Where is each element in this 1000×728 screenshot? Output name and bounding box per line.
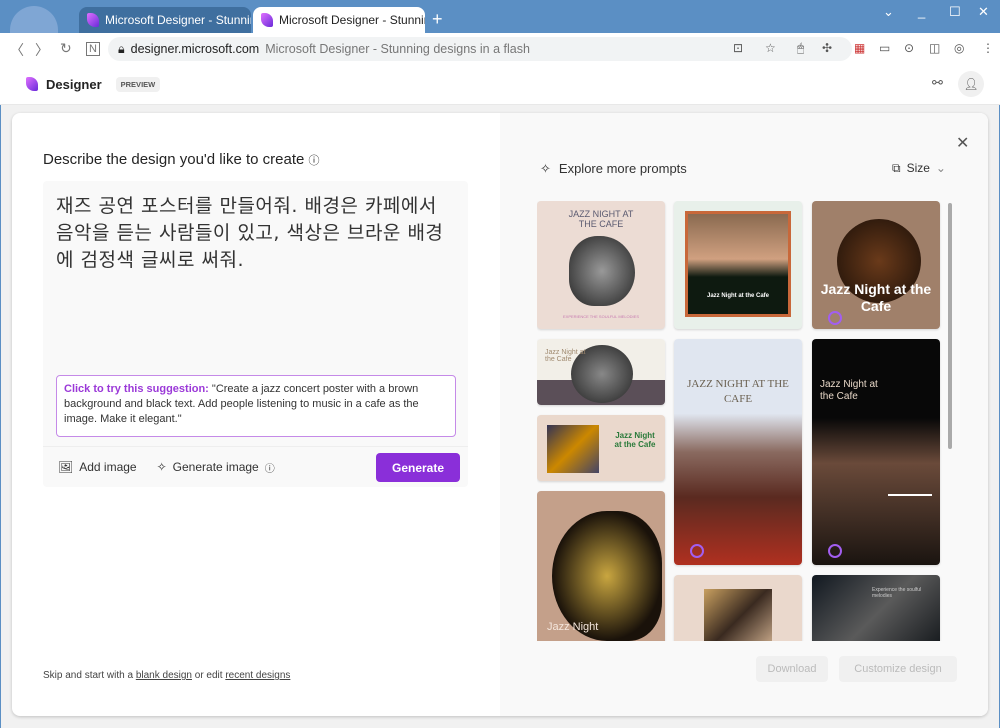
reload-icon[interactable]: ↻ (60, 40, 72, 57)
tab-bar: Microsoft Designer - Stunning d Microsof… (0, 0, 1000, 46)
create-dialog: Describe the design you'd like to create… (12, 113, 988, 716)
mouse-icon[interactable]: 🖱︎ (797, 41, 804, 56)
account-avatar[interactable]: 👤︎ (958, 71, 984, 97)
explore-prompts[interactable]: ✧ Explore more prompts (540, 161, 687, 177)
thumb-title: Jazz Night at the Cafe (545, 349, 586, 363)
template-thumb[interactable]: Jazz Night at the Cafe (537, 339, 665, 405)
back-icon[interactable]: 〈 (10, 40, 24, 60)
extensions-icon[interactable]: ✣ (822, 41, 832, 55)
share-icon[interactable]: ⚯ (932, 75, 943, 91)
template-thumb[interactable]: Experience the soulful melodies (812, 575, 940, 641)
download-button[interactable]: Download (756, 656, 828, 682)
url-host: designer.microsoft.com (130, 42, 260, 56)
loading-spinner-icon (828, 311, 842, 325)
thumb-title: Jazz Night (547, 621, 599, 633)
template-thumb[interactable] (674, 575, 802, 641)
page-title: Describe the design you'd like to create… (43, 151, 320, 168)
template-thumb[interactable]: JAZZ NIGHT AT THE CAFE (674, 339, 802, 565)
prompts-panel: ✕ ✧ Explore more prompts ⧉ Size ⌄ JAZZ NIGH… (500, 113, 988, 716)
template-thumb[interactable]: Jazz Night at the Cafe (674, 201, 802, 329)
sparkle-icon: ✧ (540, 161, 551, 176)
thumb-photo (685, 211, 791, 317)
thumb-title: JAZZ NIGHT AT THE CAFE (687, 378, 789, 405)
app-header: Designer PREVIEW (0, 64, 1000, 105)
generate-button[interactable]: Generate (376, 453, 460, 482)
screenshot-icon[interactable]: ⊙ (904, 41, 914, 55)
close-icon[interactable]: ✕ (956, 133, 969, 153)
forward-icon[interactable]: 〉 (35, 40, 49, 60)
minimize-icon[interactable]: _ (918, 4, 925, 19)
designer-logo-icon (87, 13, 99, 27)
person-icon: 👤︎ (963, 77, 979, 91)
thumb-photo (569, 236, 635, 306)
resize-icon: ⧉ (892, 161, 901, 175)
tab-search-icon[interactable]: ⌄ (883, 4, 894, 20)
install-app-icon[interactable]: ⊡ (733, 41, 743, 55)
template-thumb[interactable]: Jazz Night at the Cafe (537, 415, 665, 481)
lock-icon: 🔒︎ (118, 41, 125, 56)
sparkle-icon: ✧ (156, 460, 167, 474)
template-thumb[interactable]: Jazz Night (537, 491, 665, 641)
address-bar-row: 〈 〉 ↻ N 🔒︎ designer.microsoft.com Micros… (0, 33, 1000, 64)
info-icon[interactable]: ⓘ (265, 460, 275, 475)
more-icon[interactable]: ⋮ (982, 41, 994, 55)
thumb-title: Jazz Night at the Cafe (706, 293, 769, 299)
divider-line (888, 494, 932, 496)
thumb-title: JAZZ NIGHT AT THE CAFE (568, 209, 634, 229)
maximize-icon[interactable]: ☐ (949, 4, 961, 20)
profile-icon[interactable]: ◎ (954, 41, 964, 55)
tab-inactive[interactable]: Microsoft Designer - Stunning d (79, 7, 251, 33)
loading-spinner-icon (828, 544, 842, 558)
url-page-title: Microsoft Designer - Stunning designs in… (265, 42, 530, 56)
info-icon[interactable]: ⓘ (309, 155, 320, 167)
thumb-title: Jazz Night at the Cafe (820, 281, 932, 314)
template-thumb[interactable]: JAZZ NIGHT AT THE CAFE EXPERIENCE THE SO… (537, 201, 665, 329)
thumb-photo (704, 589, 772, 641)
thumb-title: Jazz Night at the Cafe (820, 379, 878, 402)
collections-icon[interactable]: ▭ (879, 41, 890, 55)
suggestion-label: Click to try this suggestion: (64, 383, 209, 395)
thumb-photo (547, 425, 599, 473)
designer-logo-icon (261, 13, 273, 27)
loading-spinner-icon (690, 544, 704, 558)
extension-n-icon[interactable]: N (86, 42, 100, 56)
customize-design-button[interactable]: Customize design (839, 656, 957, 682)
footer-text: Skip and start with a blank design or ed… (43, 670, 291, 681)
chevron-down-icon: ⌄ (935, 161, 946, 175)
preview-badge: PREVIEW (115, 76, 161, 92)
designer-logo-icon (26, 77, 38, 91)
tab-label: Microsoft Designer - Stunning d (105, 13, 251, 27)
template-grid: JAZZ NIGHT AT THE CAFE EXPERIENCE THE SO… (537, 201, 957, 641)
thumb-subtitle: EXPERIENCE THE SOULFUL MELODIES (562, 314, 640, 319)
template-thumb[interactable]: Jazz Night at the Cafe (812, 201, 940, 329)
thumb-title: Experience the soulful melodies (872, 587, 922, 599)
favorites-icon[interactable]: ☆ (765, 41, 776, 55)
close-window-icon[interactable]: ✕ (978, 4, 989, 20)
blank-design-link[interactable]: blank design (136, 670, 192, 681)
suggestion-box[interactable]: Click to try this suggestion: "Create a … (56, 375, 456, 437)
prompt-input-box: 재즈 공연 포스터를 만들어줘. 배경은 카페에서 음악을 듣는 사람들이 있고… (43, 181, 468, 487)
size-dropdown[interactable]: ⧉ Size ⌄ (892, 161, 946, 176)
scrollbar-thumb[interactable] (948, 203, 952, 449)
app-brand[interactable]: Designer (46, 77, 102, 92)
add-image-button[interactable]: Add image (79, 460, 136, 474)
add-image-icon: 🖼︎ (58, 460, 74, 474)
split-view-icon[interactable]: ◫ (929, 41, 940, 55)
tab-active[interactable]: Microsoft Designer - Stunning d (253, 7, 425, 33)
recent-designs-link[interactable]: recent designs (225, 670, 290, 681)
new-tab-icon[interactable]: + (432, 9, 443, 30)
prompt-input[interactable]: 재즈 공연 포스터를 만들어줘. 배경은 카페에서 음악을 듣는 사람들이 있고… (56, 193, 456, 274)
template-thumb[interactable]: Jazz Night at the Cafe (812, 339, 940, 565)
thumb-title: Jazz Night at the Cafe (614, 431, 656, 449)
flag-icon[interactable]: ▦ (854, 41, 865, 55)
generate-image-button[interactable]: Generate image (173, 460, 259, 474)
tab-label: Microsoft Designer - Stunning d (279, 13, 425, 27)
